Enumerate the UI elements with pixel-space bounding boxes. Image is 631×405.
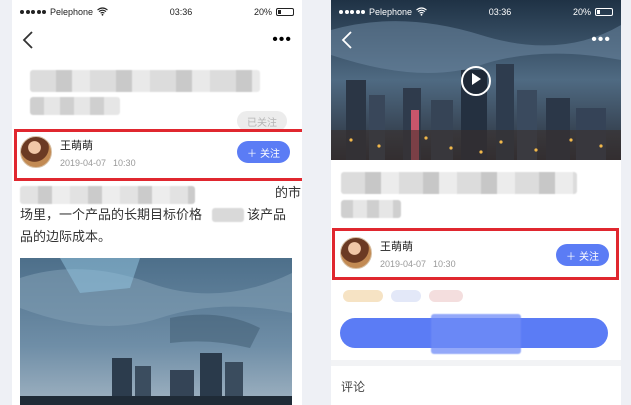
play-button[interactable] (461, 66, 491, 96)
status-bar: Pelephone 03:36 20% (331, 0, 621, 24)
post-time: 10:30 (113, 157, 136, 168)
body-line-3: 品的边际成本。 (20, 229, 112, 244)
avatar[interactable] (340, 237, 372, 269)
follow-label: 关注 (260, 148, 280, 160)
author-meta: 2019-04-07 10:30 (380, 259, 456, 269)
avatar[interactable] (20, 136, 52, 168)
battery-percent: 20% (253, 7, 272, 17)
screen: Pelephone 03:36 20% ••• 已关注 王萌萌 2019-04-… (0, 0, 631, 405)
post-time: 10:30 (433, 258, 456, 269)
signal-icon (20, 10, 46, 14)
left-phone-screen: Pelephone 03:36 20% ••• 已关注 王萌萌 2019-04-… (12, 0, 302, 405)
author-name: 王萌萌 (60, 139, 93, 152)
post-date: 2019-04-07 (60, 157, 107, 168)
right-phone-screen: Pelephone 03:36 20% ••• 王萌萌 2019-04-07 1… (331, 0, 621, 405)
status-bar: Pelephone 03:36 20% (12, 0, 302, 24)
back-icon[interactable] (341, 30, 355, 50)
nav-bar: ••• (12, 24, 302, 56)
clock-time: 03:36 (488, 7, 512, 17)
author-meta: 2019-04-07 10:30 (60, 158, 136, 168)
more-icon[interactable]: ••• (591, 32, 611, 48)
followed-button[interactable]: 已关注 (237, 111, 287, 131)
body-line-2: 场里，一个产品的长期目标价格 (20, 207, 203, 222)
author-name: 王萌萌 (380, 240, 413, 253)
follow-label: 关注 (579, 251, 599, 263)
comments-label: 评论 (341, 380, 366, 394)
carrier-label: Pelephone (369, 7, 413, 17)
tag-chip[interactable] (391, 290, 421, 302)
battery-icon (276, 8, 294, 16)
body-line-2-blur (212, 208, 244, 222)
action-button-blurred-label (431, 314, 521, 354)
signal-icon (339, 10, 365, 14)
divider (331, 360, 621, 366)
more-icon[interactable]: ••• (272, 32, 292, 48)
post-date: 2019-04-07 (380, 258, 427, 269)
wifi-icon (416, 6, 427, 18)
wifi-icon (97, 6, 108, 18)
followed-label: 已关注 (247, 117, 277, 129)
follow-button[interactable]: ＋ 关注 (556, 244, 609, 266)
body-line-1-end: 的市 (275, 185, 302, 200)
battery-icon (595, 8, 613, 16)
battery-percent: 20% (572, 7, 591, 17)
article-image (20, 258, 292, 405)
article-title-blurred-line2 (341, 200, 401, 218)
plus-icon: ＋ (247, 148, 257, 160)
plus-icon: ＋ (566, 251, 576, 263)
carrier-label: Pelephone (50, 7, 94, 17)
article-title-blurred-line2 (30, 97, 120, 115)
article-title-blurred (30, 70, 260, 92)
article-title-blurred (341, 172, 577, 194)
body-text-blurred (20, 186, 195, 204)
clock-time: 03:36 (169, 7, 193, 17)
body-line-2-end: 该产品 (247, 207, 287, 222)
author-row: 王萌萌 2019-04-07 10:30 (20, 136, 136, 168)
play-icon (470, 72, 482, 91)
author-row: 王萌萌 2019-04-07 10:30 (340, 237, 456, 269)
back-icon[interactable] (22, 30, 36, 50)
follow-button[interactable]: ＋ 关注 (237, 141, 290, 163)
tag-chip[interactable] (343, 290, 383, 302)
tag-chip[interactable] (429, 290, 463, 302)
nav-bar: ••• (331, 24, 621, 56)
